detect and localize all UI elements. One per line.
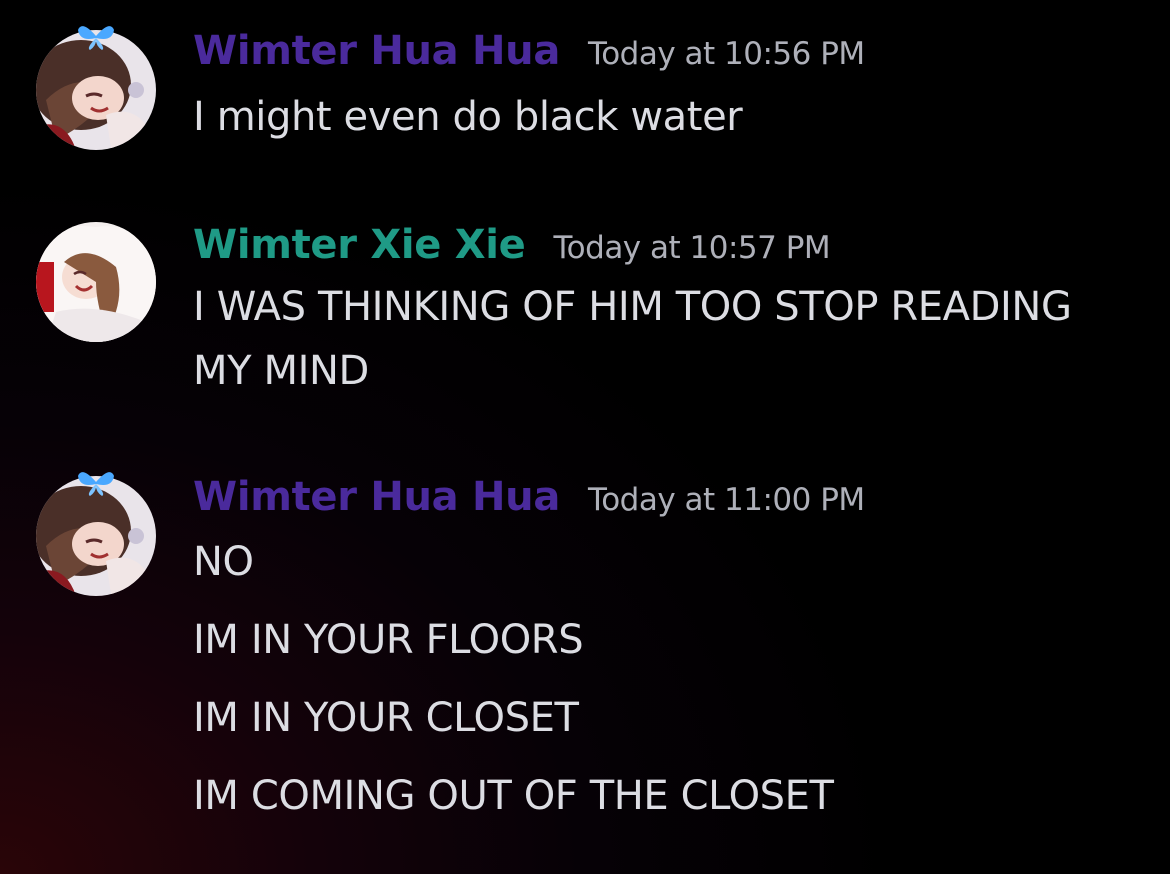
timestamp: Today at 10:56 PM	[588, 36, 865, 72]
message-text: IM COMING OUT OF THE CLOSET	[193, 773, 834, 819]
message-text: NO	[193, 539, 254, 585]
message-text: MY MIND	[193, 348, 369, 394]
timestamp: Today at 11:00 PM	[588, 482, 865, 518]
message-header: Wimter Xie Xie Today at 10:57 PM	[193, 222, 831, 268]
butterfly-decoration-icon	[78, 472, 114, 496]
message-text: IM IN YOUR FLOORS	[193, 617, 584, 663]
message-text: IM IN YOUR CLOSET	[193, 695, 579, 741]
butterfly-decoration-icon	[78, 26, 114, 50]
message-header: Wimter Hua Hua Today at 10:56 PM	[193, 28, 865, 74]
user-avatar[interactable]	[36, 222, 156, 342]
avatar-xie-xie-icon	[36, 222, 156, 342]
chat-message-list: Wimter Hua Hua Today at 10:56 PM I might…	[0, 0, 1170, 874]
username[interactable]: Wimter Xie Xie	[193, 222, 526, 268]
username[interactable]: Wimter Hua Hua	[193, 474, 560, 520]
timestamp: Today at 10:57 PM	[553, 230, 831, 266]
message-text: I WAS THINKING OF HIM TOO STOP READING	[193, 284, 1072, 330]
message-header: Wimter Hua Hua Today at 11:00 PM	[193, 474, 865, 520]
message-text: I might even do black water	[193, 94, 743, 140]
username[interactable]: Wimter Hua Hua	[193, 28, 560, 74]
